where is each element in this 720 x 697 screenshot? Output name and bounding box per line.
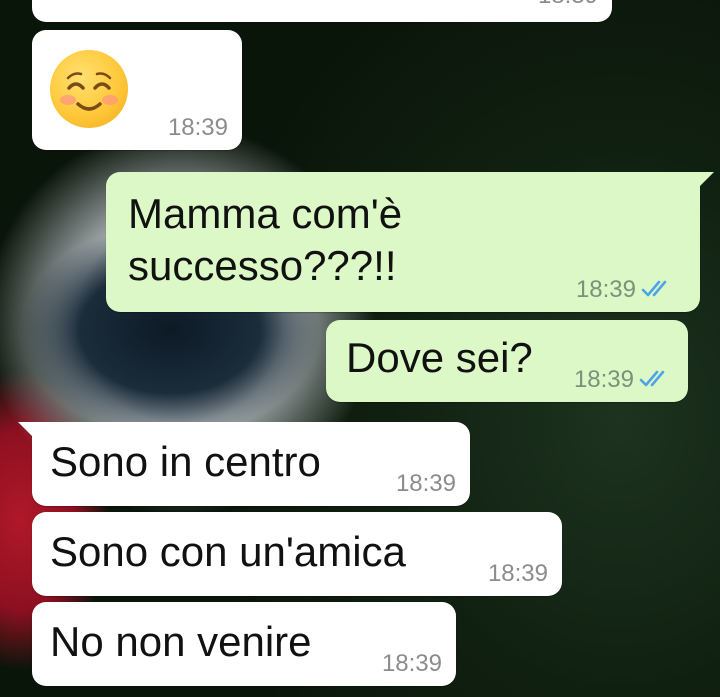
message-bubble-outgoing[interactable]: Dove sei? 18:39 [326,320,688,402]
message-time: 18:39 [538,0,598,10]
message-text: No non venire [50,618,312,665]
bubble-tail [696,172,714,190]
message-bubble-incoming[interactable]: No non venire 18:39 [32,602,456,686]
message-time: 18:39 [381,650,442,677]
message-time: 18:39 [573,366,634,393]
message-bubble-incoming[interactable]: 18:39 [32,0,612,22]
message-time: 18:39 [395,470,456,497]
message-text: Sono in centro [50,438,321,485]
message-text: Sono con un'amica [50,528,406,575]
smiling-face-emoji-icon [50,50,128,128]
bubble-tail [18,422,36,440]
message-bubble-incoming[interactable]: 18:39 [32,30,242,150]
message-text-line1: Mamma com'è [128,190,403,237]
message-time: 18:39 [167,114,228,141]
double-check-icon [641,280,667,297]
message-time: 18:39 [575,276,636,303]
message-bubble-outgoing[interactable]: Mamma com'è successo???!! 18:39 [106,172,714,312]
message-bubble-incoming[interactable]: Sono in centro 18:39 [18,422,470,506]
double-check-icon [639,370,665,387]
message-text-line2: successo???!! [128,242,397,289]
message-text: Dove sei? [346,334,533,381]
message-time: 18:39 [487,560,548,587]
message-bubble-incoming[interactable]: Sono con un'amica 18:39 [32,512,562,596]
